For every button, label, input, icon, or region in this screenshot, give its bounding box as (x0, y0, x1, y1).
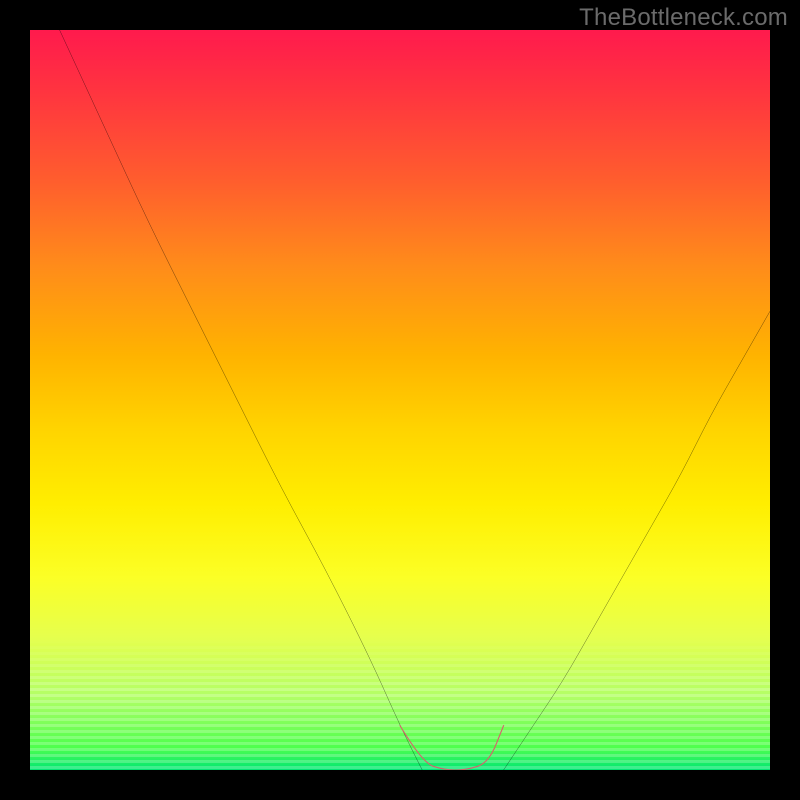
plot-area (30, 30, 770, 770)
chart-frame: TheBottleneck.com (0, 0, 800, 800)
watermark-text: TheBottleneck.com (579, 4, 788, 32)
valley-floor (400, 726, 504, 770)
curve-left (60, 30, 423, 770)
curve-right (504, 311, 770, 770)
chart-svg (30, 30, 770, 770)
